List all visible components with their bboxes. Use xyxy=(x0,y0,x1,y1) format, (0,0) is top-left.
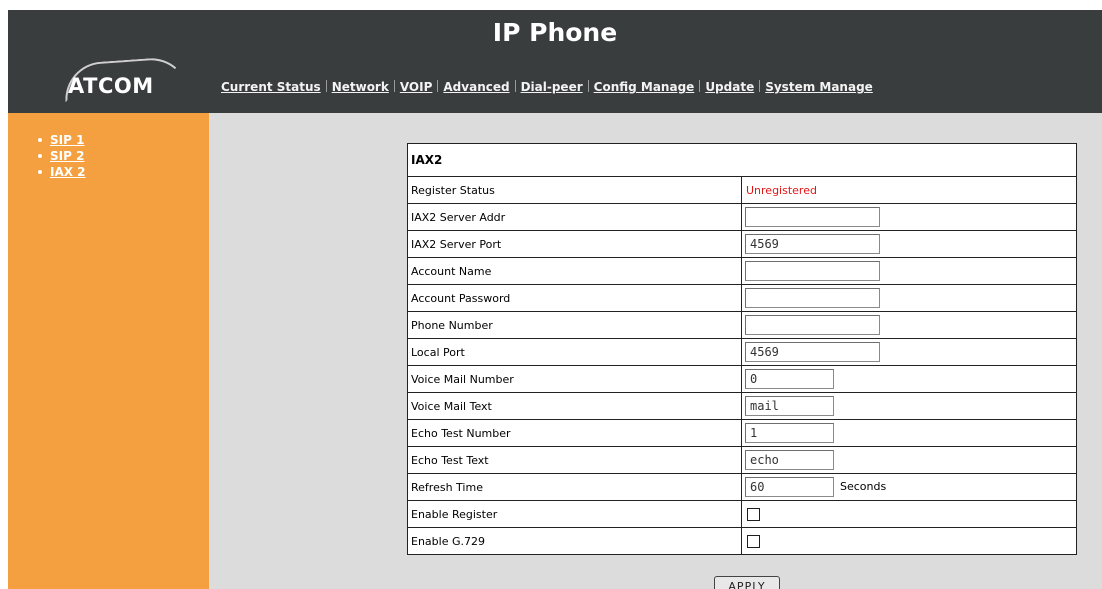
sidebar: SIP 1 SIP 2 IAX 2 xyxy=(8,113,209,589)
refresh-time-cell: Seconds xyxy=(741,473,1077,501)
nav-dial-peer[interactable]: Dial-peer xyxy=(521,80,583,94)
server-port-label: IAX2 Server Port xyxy=(407,230,742,258)
phone-number-cell xyxy=(741,311,1077,339)
sidebar-item-sip1: SIP 1 xyxy=(38,133,86,149)
table-row: Enable G.729 xyxy=(407,527,1077,555)
bullet-icon xyxy=(38,154,42,158)
voice-mail-text-label: Voice Mail Text xyxy=(407,392,742,420)
table-row: Echo Test Text xyxy=(407,446,1077,474)
server-addr-cell xyxy=(741,203,1077,231)
nav-separator xyxy=(437,80,439,92)
logo-text: ATCOM xyxy=(68,74,154,98)
sidebar-item-iax2: IAX 2 xyxy=(38,165,86,181)
local-port-cell xyxy=(741,338,1077,366)
table-row: Register Status Unregistered xyxy=(407,176,1077,204)
table-row: Phone Number xyxy=(407,311,1077,339)
nav-update[interactable]: Update xyxy=(705,80,754,94)
enable-g729-cell xyxy=(741,527,1077,555)
refresh-time-input[interactable] xyxy=(745,477,834,497)
table-row: Local Port xyxy=(407,338,1077,366)
nav-network[interactable]: Network xyxy=(332,80,389,94)
account-password-input[interactable] xyxy=(745,288,880,308)
nav-separator xyxy=(325,80,327,92)
nav-separator xyxy=(393,80,395,92)
local-port-input[interactable] xyxy=(745,342,880,362)
nav-current-status[interactable]: Current Status xyxy=(221,80,321,94)
table-row: Echo Test Number xyxy=(407,419,1077,447)
table-row: IAX2 Server Addr xyxy=(407,203,1077,231)
voice-mail-text-cell xyxy=(741,392,1077,420)
main-content: IAX2 Register Status Unregistered IAX2 S… xyxy=(209,113,1102,589)
echo-test-text-label: Echo Test Text xyxy=(407,446,742,474)
enable-g729-checkbox[interactable] xyxy=(747,534,760,548)
sidebar-list: SIP 1 SIP 2 IAX 2 xyxy=(38,133,86,181)
iax2-settings-table: IAX2 Register Status Unregistered IAX2 S… xyxy=(407,143,1077,555)
voice-mail-text-input[interactable] xyxy=(745,396,834,416)
server-port-cell xyxy=(741,230,1077,258)
phone-number-label: Phone Number xyxy=(407,311,742,339)
nav-separator xyxy=(699,80,701,92)
phone-number-input[interactable] xyxy=(745,315,880,335)
echo-test-number-label: Echo Test Number xyxy=(407,419,742,447)
enable-g729-label: Enable G.729 xyxy=(407,527,742,555)
enable-register-cell xyxy=(741,500,1077,528)
voice-mail-number-cell xyxy=(741,365,1077,393)
atcom-logo: ATCOM xyxy=(50,55,200,103)
bullet-icon xyxy=(38,138,42,142)
table-row: Voice Mail Text xyxy=(407,392,1077,420)
sidebar-link-iax2[interactable]: IAX 2 xyxy=(50,165,86,179)
sidebar-link-sip2[interactable]: SIP 2 xyxy=(50,149,84,163)
bullet-icon xyxy=(38,170,42,174)
nav-separator xyxy=(587,80,589,92)
page-title: IP Phone xyxy=(492,18,618,47)
voice-mail-number-label: Voice Mail Number xyxy=(407,365,742,393)
echo-test-number-input[interactable] xyxy=(745,423,834,443)
nav-advanced[interactable]: Advanced xyxy=(443,80,509,94)
table-row: IAX2 Server Port xyxy=(407,230,1077,258)
account-name-label: Account Name xyxy=(407,257,742,285)
nav-config-manage[interactable]: Config Manage xyxy=(594,80,695,94)
account-password-cell xyxy=(741,284,1077,312)
table-row: Refresh Time Seconds xyxy=(407,473,1077,501)
refresh-time-unit: Seconds xyxy=(840,480,887,493)
table-row: Account Password xyxy=(407,284,1077,312)
table-title-row: IAX2 xyxy=(407,143,1077,177)
account-password-label: Account Password xyxy=(407,284,742,312)
echo-test-text-input[interactable] xyxy=(745,450,834,470)
server-addr-label: IAX2 Server Addr xyxy=(407,203,742,231)
sidebar-link-sip1[interactable]: SIP 1 xyxy=(50,133,84,147)
enable-register-checkbox[interactable] xyxy=(747,507,760,521)
echo-test-number-cell xyxy=(741,419,1077,447)
server-port-input[interactable] xyxy=(745,234,880,254)
page: IP Phone ATCOM Current Status Network VOIP… xyxy=(0,0,1102,589)
table-row: Account Name xyxy=(407,257,1077,285)
local-port-label: Local Port xyxy=(407,338,742,366)
voice-mail-number-input[interactable] xyxy=(745,369,834,389)
nav-system-manage[interactable]: System Manage xyxy=(765,80,873,94)
header-bar: IP Phone ATCOM Current Status Network VOIP… xyxy=(8,10,1102,113)
section-title: IAX2 xyxy=(407,143,1077,177)
apply-button[interactable]: APPLY xyxy=(714,576,780,589)
register-status-label: Register Status xyxy=(407,176,742,204)
account-name-cell xyxy=(741,257,1077,285)
nav-separator xyxy=(514,80,516,92)
table-row: Voice Mail Number xyxy=(407,365,1077,393)
nav-separator xyxy=(759,80,761,92)
account-name-input[interactable] xyxy=(745,261,880,281)
enable-register-label: Enable Register xyxy=(407,500,742,528)
refresh-time-label: Refresh Time xyxy=(407,473,742,501)
table-row: Enable Register xyxy=(407,500,1077,528)
register-status-cell: Unregistered xyxy=(741,176,1077,204)
sidebar-item-sip2: SIP 2 xyxy=(38,149,86,165)
nav-voip[interactable]: VOIP xyxy=(400,80,433,94)
server-addr-input[interactable] xyxy=(745,207,880,227)
echo-test-text-cell xyxy=(741,446,1077,474)
register-status-value: Unregistered xyxy=(746,183,817,197)
main-nav: Current Status Network VOIP Advanced Dial-pe… xyxy=(221,80,873,94)
